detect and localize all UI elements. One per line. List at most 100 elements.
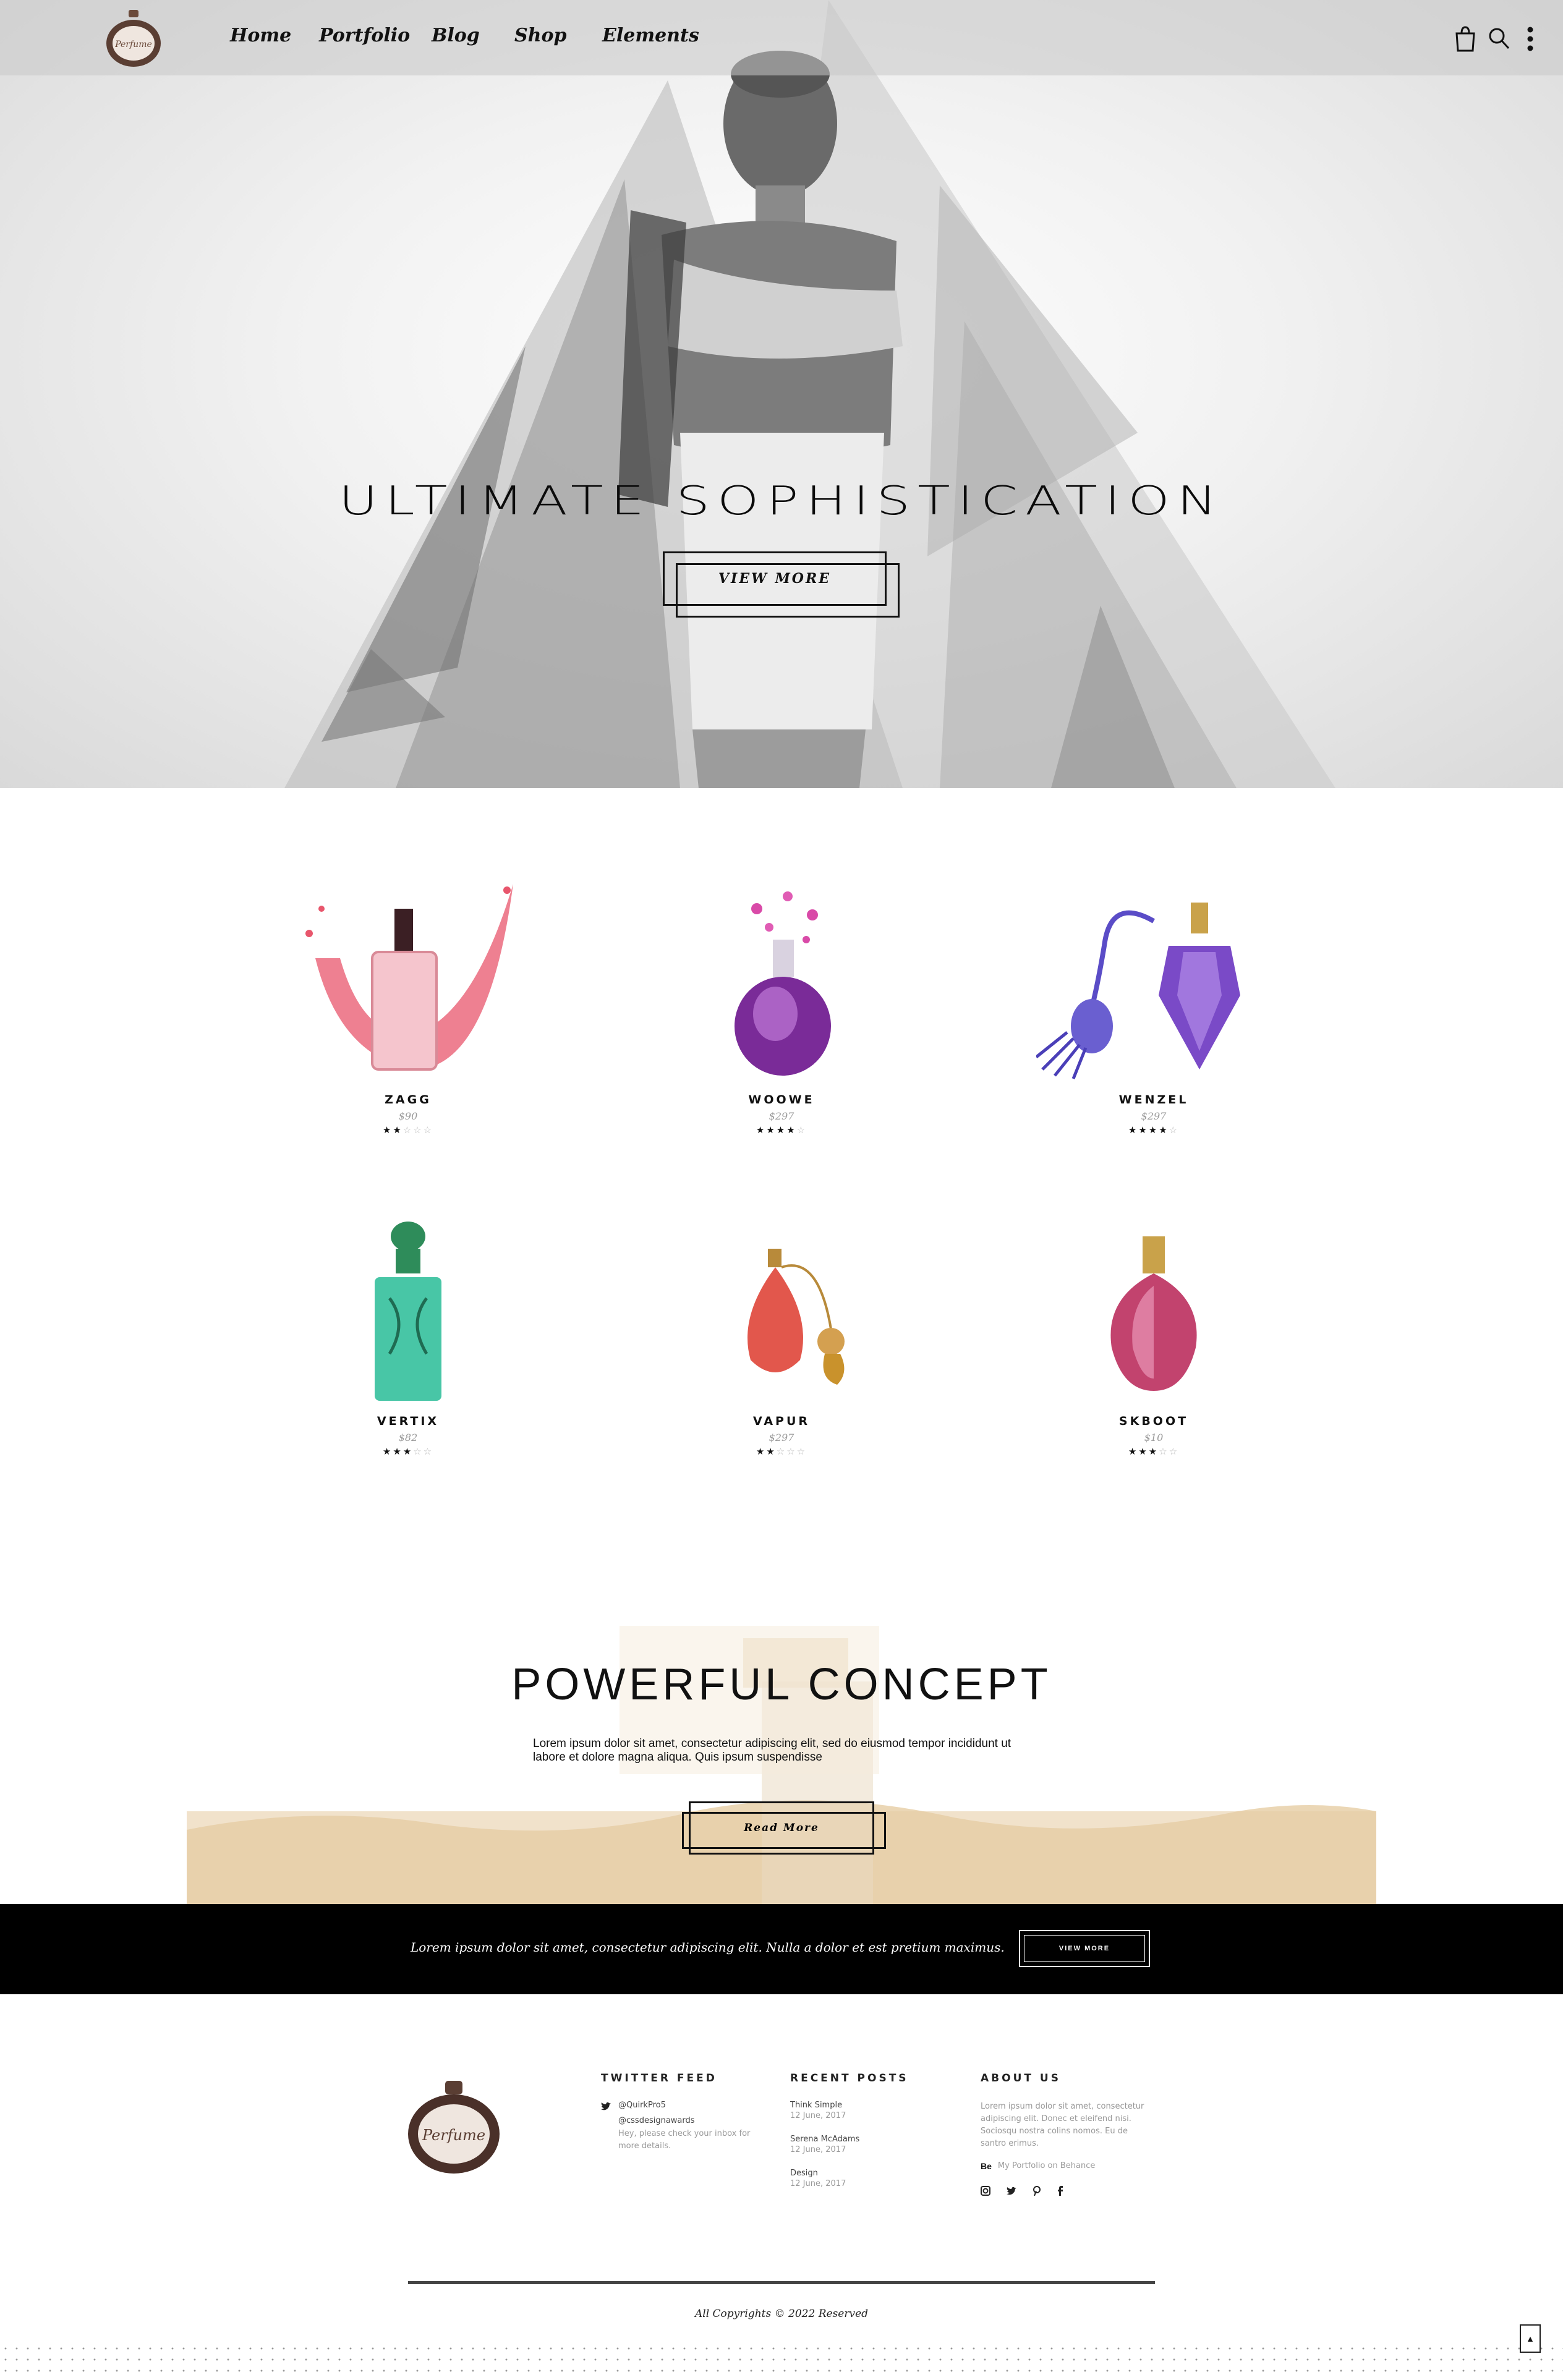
star-empty-icon: ☆ (796, 1125, 807, 1136)
star-empty-icon: ☆ (786, 1447, 797, 1457)
facebook-icon[interactable] (1057, 2186, 1063, 2196)
bag-icon[interactable] (1453, 25, 1478, 53)
product-image-wenzel (1036, 903, 1240, 1079)
product-rating: ★★☆☆☆ (247, 1124, 569, 1136)
post-date: 12 June, 2017 (790, 2145, 846, 2154)
footer-logo-text: Perfume (422, 2127, 485, 2144)
star-filled-icon: ★ (393, 1125, 403, 1136)
star-filled-icon: ★ (1128, 1447, 1139, 1457)
nav-portfolio[interactable]: Portfolio (319, 25, 410, 46)
hero-title: ULTIMATE SOPHISTICATION (338, 477, 1225, 524)
product-rating: ★★★★☆ (993, 1124, 1314, 1136)
star-empty-icon: ☆ (1169, 1125, 1180, 1136)
star-filled-icon: ★ (786, 1125, 797, 1136)
behance-link[interactable]: My Portfolio on Behance (998, 2160, 1096, 2172)
twitter-icon (601, 2102, 611, 2110)
star-filled-icon: ★ (1138, 1125, 1149, 1136)
nav-elements[interactable]: Elements (602, 25, 699, 46)
post-title[interactable]: Serena McAdams (790, 2135, 951, 2144)
star-filled-icon: ★ (766, 1447, 777, 1457)
twitter-message: Hey, please check your inbox for more de… (618, 2129, 751, 2151)
read-more-button[interactable]: Read More (682, 1801, 886, 1855)
powerful-concept-section: POWERFUL CONCEPT Lorem ipsum dolor sit a… (187, 1626, 1376, 1904)
about-us-heading: ABOUT US (981, 2072, 1061, 2085)
product-card[interactable]: VERTIX $82 ★★★☆☆ (247, 1218, 569, 1457)
star-empty-icon: ☆ (413, 1447, 424, 1457)
arrow-up-icon: ▲ (1526, 2334, 1535, 2344)
product-name: ZAGG (385, 1093, 432, 1107)
pinterest-icon[interactable] (1033, 2186, 1041, 2196)
product-price: $297 (769, 1432, 794, 1443)
instagram-icon[interactable] (981, 2186, 990, 2196)
copyright: All Copyrights © 2022 Reserved (694, 2308, 869, 2320)
product-name: SKBOOT (1118, 1414, 1189, 1428)
behance-icon: Be (981, 2161, 992, 2171)
star-empty-icon: ☆ (776, 1447, 787, 1457)
star-empty-icon: ☆ (423, 1447, 434, 1457)
footer-divider (408, 2281, 1155, 2284)
more-vertical-icon[interactable] (1520, 25, 1541, 53)
star-filled-icon: ★ (393, 1447, 403, 1457)
star-filled-icon: ★ (382, 1125, 393, 1136)
twitter-mention[interactable]: @cssdesignawards (618, 2116, 760, 2125)
star-empty-icon: ☆ (1159, 1447, 1169, 1457)
star-empty-icon: ☆ (413, 1125, 424, 1136)
product-name: WENZEL (1118, 1093, 1189, 1107)
product-card[interactable]: WENZEL $297 ★★★★☆ (993, 872, 1314, 1136)
post-date: 12 June, 2017 (790, 2179, 846, 2188)
star-filled-icon: ★ (776, 1125, 787, 1136)
product-price: $297 (1141, 1110, 1167, 1122)
about-us-text: Lorem ipsum dolor sit amet, consectetur … (981, 2102, 1144, 2148)
footer-logo: Perfume (408, 2081, 500, 2174)
nav-home[interactable]: Home (230, 25, 291, 46)
product-card[interactable]: VAPUR $297 ★★☆☆☆ (621, 1218, 942, 1457)
recent-posts: RECENT POSTS Think Simple 12 June, 2017 … (790, 2072, 951, 2190)
product-price: $90 (398, 1110, 418, 1122)
cta-bar: Lorem ipsum dolor sit amet, consectetur … (0, 1904, 1563, 1994)
view-more-button[interactable]: VIEW MORE (663, 551, 900, 618)
product-price: $297 (769, 1110, 794, 1122)
search-icon[interactable] (1486, 25, 1511, 53)
product-rating: ★★★☆☆ (993, 1446, 1314, 1457)
product-card[interactable]: SKBOOT $10 ★★★☆☆ (993, 1218, 1314, 1457)
perfume-logo[interactable]: Perfume (104, 9, 163, 68)
product-image-vapur (747, 1249, 845, 1385)
scroll-to-top-button[interactable]: ▲ (1520, 2324, 1541, 2353)
top-navigation: Perfume Home Portfolio Blog Shop Element… (0, 0, 1563, 75)
product-image-zagg (305, 884, 513, 1071)
post-title[interactable]: Think Simple (790, 2101, 951, 2110)
product-card[interactable]: WOOWE $297 ★★★★☆ (621, 872, 942, 1136)
product-name: WOOWE (748, 1093, 815, 1107)
about-us: ABOUT US Lorem ipsum dolor sit amet, con… (981, 2072, 1154, 2196)
star-empty-icon: ☆ (402, 1125, 414, 1136)
twitter-handle[interactable]: @QuirkPro5 (618, 2101, 760, 2110)
product-price: $10 (1144, 1432, 1164, 1443)
twitter-feed-heading: TWITTER FEED (601, 2072, 717, 2085)
product-image-woowe (735, 891, 831, 1076)
svg-text:Perfume: Perfume (114, 40, 152, 49)
star-empty-icon: ☆ (796, 1447, 807, 1457)
product-rating: ★★★★☆ (621, 1124, 942, 1136)
concept-text: Lorem ipsum dolor sit amet, consectetur … (533, 1737, 1011, 1764)
dotted-footer-pattern (0, 2343, 1563, 2380)
star-filled-icon: ★ (756, 1125, 767, 1136)
post-title[interactable]: Design (790, 2169, 951, 2178)
product-card[interactable]: ZAGG $90 ★★☆☆☆ (247, 872, 569, 1136)
product-name: VERTIX (377, 1414, 440, 1428)
cta-view-more-button[interactable]: VIEW MORE (1019, 1930, 1150, 1967)
product-rating: ★★☆☆☆ (621, 1446, 942, 1457)
star-filled-icon: ★ (756, 1447, 767, 1457)
product-image-vertix (375, 1222, 441, 1401)
twitter-icon[interactable] (1007, 2186, 1016, 2196)
star-filled-icon: ★ (382, 1447, 393, 1457)
nav-shop[interactable]: Shop (514, 25, 566, 46)
recent-posts-heading: RECENT POSTS (790, 2072, 909, 2085)
star-filled-icon: ★ (1128, 1125, 1139, 1136)
hero-background-art (284, 0, 1335, 788)
product-image-skboot (1110, 1236, 1197, 1391)
star-filled-icon: ★ (1148, 1447, 1159, 1457)
hero-banner: Perfume Home Portfolio Blog Shop Element… (0, 0, 1563, 788)
star-filled-icon: ★ (402, 1447, 414, 1457)
post-date: 12 June, 2017 (790, 2111, 846, 2120)
nav-blog[interactable]: Blog (432, 25, 480, 46)
